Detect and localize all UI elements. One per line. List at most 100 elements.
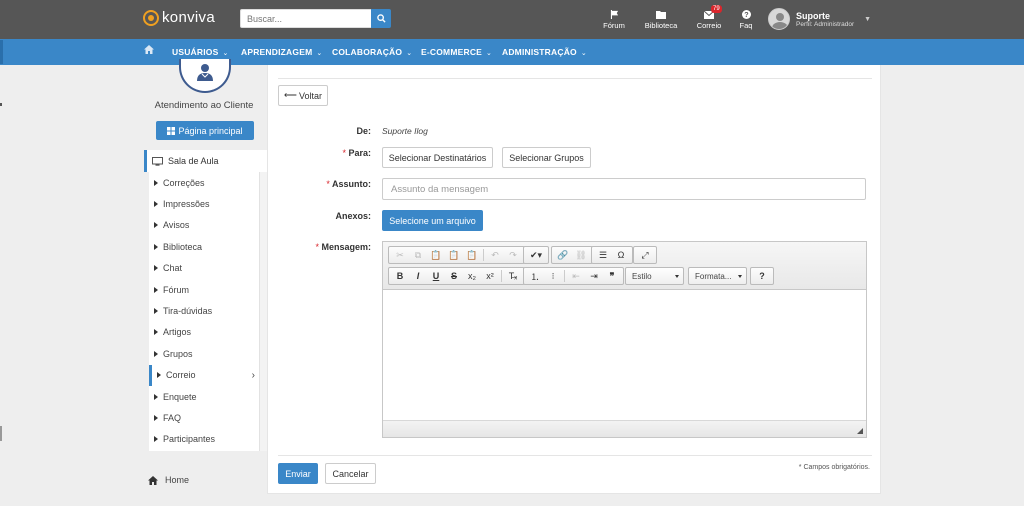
chevron-down-icon: ⌄ [486, 50, 493, 57]
caret-right-icon [154, 179, 158, 186]
user-name: Suporte [796, 10, 831, 21]
menu-home[interactable] [144, 45, 154, 56]
sidebar-scrollbar[interactable] [259, 172, 267, 451]
topnav-biblioteca[interactable]: Biblioteca [642, 9, 680, 30]
edge-marker [0, 40, 3, 64]
course-logo [179, 59, 231, 93]
style-combo[interactable]: Estilo [625, 267, 684, 285]
spellcheck-icon[interactable]: ✔▾ [526, 247, 546, 263]
sidebar-item-participantes[interactable]: Participantes [149, 429, 259, 450]
konviva-logo-icon [143, 9, 159, 26]
sidebar-item-correcoes[interactable]: Correções [149, 172, 259, 193]
folder-icon [656, 11, 666, 19]
chevron-right-icon: › [251, 369, 255, 381]
para-label-wrap: * Para: [308, 148, 371, 158]
menu-administracao[interactable]: ADMINISTRAÇÃO ⌄ [502, 47, 587, 57]
caret-right-icon [154, 201, 158, 208]
menu-usuarios[interactable]: USUÁRIOS ⌄ [172, 47, 229, 57]
clipboard-group: ✂ ⧉ 📋 📋 📋 ↶ ↷ [388, 246, 525, 264]
italic-icon[interactable]: I [409, 268, 427, 284]
sidebar-item-correio[interactable]: Correio › [149, 364, 259, 386]
search-button[interactable] [371, 9, 391, 28]
sidebar-item-grupos[interactable]: Grupos [149, 343, 259, 364]
horizontal-rule-icon[interactable]: ☰ [594, 247, 612, 263]
caret-right-icon [154, 222, 158, 229]
caret-right-icon [154, 243, 158, 250]
sidebar-item-enquete[interactable]: Enquete [149, 386, 259, 407]
format-group: B I U S x₂ x² T̶ₓ [388, 267, 525, 285]
bullet-list-icon[interactable]: ⁝ [544, 268, 562, 284]
caret-right-icon [154, 414, 158, 421]
sidebar-item-forum[interactable]: Fórum [149, 279, 259, 300]
required-fields-note: * Campos obrigatórios. [798, 464, 870, 471]
sidebar-item-faq[interactable]: FAQ [149, 407, 259, 428]
redo-icon[interactable]: ↷ [504, 247, 522, 263]
subject-input[interactable]: Assunto da mensagem [382, 178, 866, 200]
numbered-list-icon[interactable]: ⒈ [526, 268, 544, 284]
sidebar-home-link[interactable]: Home [148, 475, 189, 485]
sidebar-item-label: Chat [163, 263, 183, 274]
resize-grip-icon[interactable] [857, 428, 863, 434]
menu-colaboracao[interactable]: COLABORAÇÃO ⌄ [332, 47, 412, 57]
send-button[interactable]: Enviar [278, 463, 318, 484]
topnav-correio[interactable]: 79 Correio [694, 5, 724, 30]
sidebar-item-impressoes[interactable]: Impressões [149, 193, 259, 214]
paste-text-icon[interactable]: 📋 [445, 247, 463, 263]
home-icon [144, 45, 154, 54]
back-button[interactable]: ⟵ Voltar [278, 85, 328, 106]
format-combo[interactable]: Formata... [688, 267, 747, 285]
main-page-button[interactable]: Página principal [156, 121, 254, 140]
blockquote-icon[interactable]: ❞ [603, 268, 621, 284]
topnav-faq[interactable]: ? Faq [736, 9, 756, 30]
editor-content-area[interactable] [383, 290, 866, 420]
maximize-icon[interactable]: ⤢ [636, 247, 654, 263]
copy-icon[interactable]: ⧉ [409, 247, 427, 263]
sidebar-item-tira-duvidas[interactable]: Tira-dúvidas [149, 300, 259, 321]
strikethrough-icon[interactable]: S [445, 268, 463, 284]
subscript-icon[interactable]: x₂ [463, 268, 481, 284]
sidebar-item-label: Grupos [163, 348, 193, 359]
menu-ecommerce[interactable]: E-COMMERCE ⌄ [421, 47, 492, 57]
undo-icon[interactable]: ↶ [486, 247, 504, 263]
indent-icon[interactable]: ⇥ [585, 268, 603, 284]
unlink-icon[interactable]: ⛓ [572, 247, 590, 263]
monitor-icon [152, 156, 163, 166]
user-menu[interactable]: Suporte Perfil: Administrador ▼ [768, 8, 871, 30]
outdent-icon[interactable]: ⇤ [567, 268, 585, 284]
search-input[interactable] [240, 9, 371, 28]
select-file-button[interactable]: Selecione um arquivo [382, 210, 483, 231]
paste-word-icon[interactable]: 📋 [463, 247, 481, 263]
remove-format-icon[interactable]: T̶ₓ [504, 268, 522, 284]
grid-icon [167, 126, 176, 135]
paste-icon[interactable]: 📋 [427, 247, 445, 263]
cut-icon[interactable]: ✂ [391, 247, 409, 263]
caret-right-icon [154, 265, 158, 272]
topnav-forum[interactable]: Fórum [600, 9, 628, 30]
menu-colaboracao-label: COLABORAÇÃO [332, 47, 403, 57]
sidebar-sala-de-aula[interactable]: Sala de Aula [144, 150, 267, 172]
mensagem-label-wrap: * Mensagem: [308, 242, 371, 252]
sidebar-item-avisos[interactable]: Avisos [149, 215, 259, 236]
sidebar-sala-label: Sala de Aula [168, 156, 219, 166]
chevron-down-icon: ⌄ [222, 50, 229, 57]
spellcheck-group: ✔▾ [523, 246, 549, 264]
superscript-icon[interactable]: x² [481, 268, 499, 284]
help-icon[interactable]: ? [753, 268, 771, 284]
cancel-button[interactable]: Cancelar [325, 463, 376, 484]
underline-icon[interactable]: U [427, 268, 445, 284]
menu-aprendizagem[interactable]: APRENDIZAGEM ⌄ [241, 47, 322, 57]
select-groups-button[interactable]: Selecionar Grupos [502, 147, 591, 168]
sidebar-item-chat[interactable]: Chat [149, 258, 259, 279]
konviva-logo[interactable]: konviva [143, 9, 215, 26]
required-mark: * [342, 148, 346, 158]
special-char-icon[interactable]: Ω [612, 247, 630, 263]
sidebar-item-artigos[interactable]: Artigos [149, 322, 259, 343]
view-group: ⤢ [633, 246, 657, 264]
sidebar-item-biblioteca[interactable]: Biblioteca [149, 236, 259, 257]
select-recipients-button[interactable]: Selecionar Destinatários [382, 147, 493, 168]
home-icon [148, 475, 158, 485]
bold-icon[interactable]: B [391, 268, 409, 284]
edge-marker [0, 103, 2, 106]
caret-right-icon [154, 308, 158, 315]
link-icon[interactable]: 🔗 [554, 247, 572, 263]
